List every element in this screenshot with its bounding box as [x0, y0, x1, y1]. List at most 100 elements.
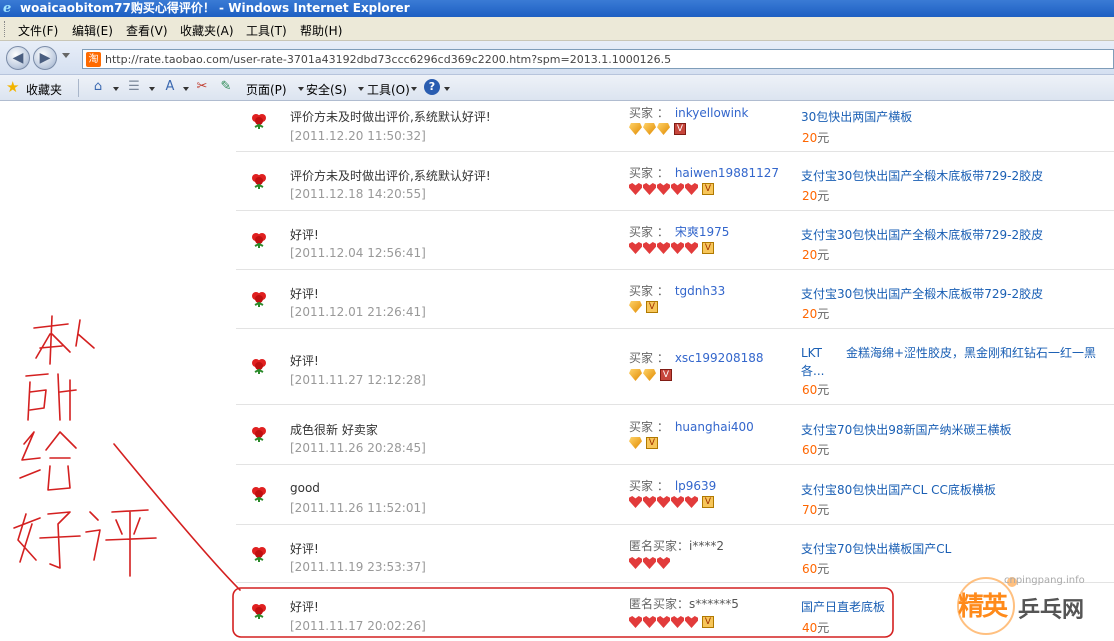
forward-arrow-icon: ▶ — [39, 50, 51, 66]
anonymous-buyer-name: i****2 — [689, 539, 724, 553]
rating-comment: 好评! — [290, 600, 319, 614]
buyer-name-link[interactable]: haiwen19881127 — [675, 166, 779, 180]
buyer-info: 买家 ： tgdnh33 — [629, 282, 725, 299]
heart-icon — [671, 496, 684, 508]
menu-edit[interactable]: 编辑(E) — [72, 22, 113, 39]
rating-comment: 评价方未及时做出评价,系统默认好评! — [290, 169, 491, 183]
site-watermark: cnpingpang.info 精英 乒乓网 — [954, 568, 1114, 641]
buyer-info: 买家 ： 宋爽1975 — [629, 223, 729, 240]
price-unit: 元 — [817, 307, 830, 321]
buyer-name-link[interactable]: tgdnh33 — [675, 284, 725, 298]
safety-menu-button[interactable]: 安全(S) — [306, 81, 347, 98]
rating-comment: good — [290, 481, 320, 495]
rating-row: 评价方未及时做出评价,系统默认好评! [2011.12.18 14:20:55]… — [236, 152, 1114, 211]
history-dropdown-icon[interactable] — [62, 53, 70, 58]
item-link[interactable]: 支付宝30包快出国产全椴木底板带729-2胶皮 — [801, 285, 1043, 302]
help-dropdown-icon[interactable] — [444, 87, 450, 91]
home-icon[interactable]: ⌂ — [90, 79, 106, 95]
feeds-dropdown-icon[interactable] — [149, 87, 155, 91]
price-unit: 元 — [817, 503, 830, 517]
vip-icon: V — [646, 301, 658, 313]
buyer-name-link[interactable]: xsc199208188 — [675, 351, 764, 365]
translate-icon[interactable]: ✎ — [218, 79, 234, 95]
favorites-button[interactable]: 收藏夹 — [26, 81, 62, 98]
heart-icon — [643, 616, 656, 628]
forward-button[interactable]: ▶ — [33, 46, 57, 70]
item-price: 60元 — [802, 381, 829, 398]
address-bar: ◀ ▶ 淘 http://rate.taobao.com/user-rate-3… — [0, 41, 1114, 75]
item-link[interactable]: 支付宝30包快出国产全椴木底板带729-2胶皮 — [801, 226, 1043, 243]
rating-date: [2011.11.26 20:28:45] — [290, 441, 426, 455]
page-dropdown-icon[interactable] — [298, 87, 304, 91]
watermark-brand-left: 精英 — [958, 592, 1008, 622]
vip-icon: V — [660, 369, 672, 381]
buyer-name-link[interactable]: 宋爽1975 — [675, 225, 730, 239]
buyer-info: 买家 ： xsc199208188 — [629, 349, 764, 366]
menu-file[interactable]: 文件(F) — [18, 22, 58, 39]
rating-comment: 好评! — [290, 542, 319, 556]
buyer-label: 匿名买家： — [629, 597, 690, 611]
read-mail-icon[interactable]: A — [162, 79, 178, 95]
taobao-favicon-icon: 淘 — [86, 52, 101, 67]
good-rating-flower-icon — [252, 114, 266, 129]
item-link[interactable]: 支付宝70包快出横板国产CL — [801, 540, 951, 557]
price-value: 20 — [802, 131, 818, 145]
url-text[interactable]: http://rate.taobao.com/user-rate-3701a43… — [105, 53, 671, 66]
item-link[interactable]: 支付宝30包快出国产全椴木底板带729-2胶皮 — [801, 167, 1043, 184]
back-button[interactable]: ◀ — [6, 46, 30, 70]
heart-icon — [657, 183, 670, 195]
tools-menu-button[interactable]: 工具(O) — [367, 81, 410, 98]
buyer-name-link[interactable]: inkyellowink — [675, 106, 749, 120]
tools-dropdown-icon[interactable] — [411, 87, 417, 91]
price-unit: 元 — [817, 131, 830, 145]
buyer-label: 买家 ： — [629, 479, 669, 493]
help-icon[interactable]: ? — [424, 79, 440, 95]
rating-date: [2011.11.17 20:02:26] — [290, 619, 426, 633]
diamond-icon — [643, 369, 656, 381]
rating-row: 好评! [2011.11.27 12:12:28] 买家 ： xsc1992081… — [236, 329, 1114, 405]
item-link[interactable]: LKT 金糕海绵+涩性胶皮，黑金刚和红钻石一红一黑 — [801, 344, 1096, 361]
item-price: 20元 — [802, 187, 829, 204]
price-value: 20 — [802, 307, 818, 321]
rating-date: [2011.11.27 12:12:28] — [290, 373, 426, 387]
mail-dropdown-icon[interactable] — [183, 87, 189, 91]
diamond-icon — [629, 369, 642, 381]
buyer-credit-badges: V — [629, 437, 659, 451]
feeds-icon[interactable]: ☰ — [126, 79, 142, 95]
safety-dropdown-icon[interactable] — [358, 87, 364, 91]
heart-icon — [629, 616, 642, 628]
good-rating-flower-icon — [252, 233, 266, 248]
menu-favorites[interactable]: 收藏夹(A) — [180, 22, 234, 39]
heart-icon — [685, 496, 698, 508]
heart-icon — [685, 183, 698, 195]
buyer-name-link[interactable]: huanghai400 — [675, 420, 754, 434]
item-price: 60元 — [802, 560, 829, 577]
menu-help[interactable]: 帮助(H) — [300, 22, 342, 39]
item-link-continued[interactable]: 各... — [801, 362, 824, 379]
rating-comment: 评价方未及时做出评价,系统默认好评! — [290, 110, 491, 124]
good-rating-flower-icon — [252, 487, 266, 502]
item-link[interactable]: 国产日直老底板 — [801, 598, 885, 615]
buyer-info: 匿名买家：s******5 — [629, 595, 739, 612]
good-rating-flower-icon — [252, 547, 266, 562]
price-value: 20 — [802, 248, 818, 262]
home-dropdown-icon[interactable] — [113, 87, 119, 91]
research-icon[interactable]: ✂ — [194, 79, 210, 95]
url-field[interactable]: 淘 http://rate.taobao.com/user-rate-3701a… — [82, 49, 1114, 69]
buyer-name-link[interactable]: lp9639 — [675, 479, 717, 493]
buyer-label: 买家 ： — [629, 225, 669, 239]
menu-tools[interactable]: 工具(T) — [246, 22, 287, 39]
rating-row: 好评! [2011.12.04 12:56:41] 买家 ： 宋爽1975 V 支… — [236, 211, 1114, 270]
vip-icon: V — [646, 437, 658, 449]
diamond-icon — [657, 123, 670, 135]
item-link[interactable]: 支付宝80包快出国产CL CC底板横板 — [801, 481, 996, 498]
heart-icon — [671, 616, 684, 628]
buyer-label: 买家 ： — [629, 106, 669, 120]
price-unit: 元 — [817, 248, 830, 262]
price-value: 40 — [802, 621, 818, 635]
rating-row: 好评! [2011.12.01 21:26:41] 买家 ： tgdnh33 V … — [236, 270, 1114, 329]
page-menu-button[interactable]: 页面(P) — [246, 81, 287, 98]
item-link[interactable]: 30包快出两国产横板 — [801, 108, 912, 125]
menu-view[interactable]: 查看(V) — [126, 22, 168, 39]
item-link[interactable]: 支付宝70包快出98新国产纳米碳王横板 — [801, 421, 1012, 438]
